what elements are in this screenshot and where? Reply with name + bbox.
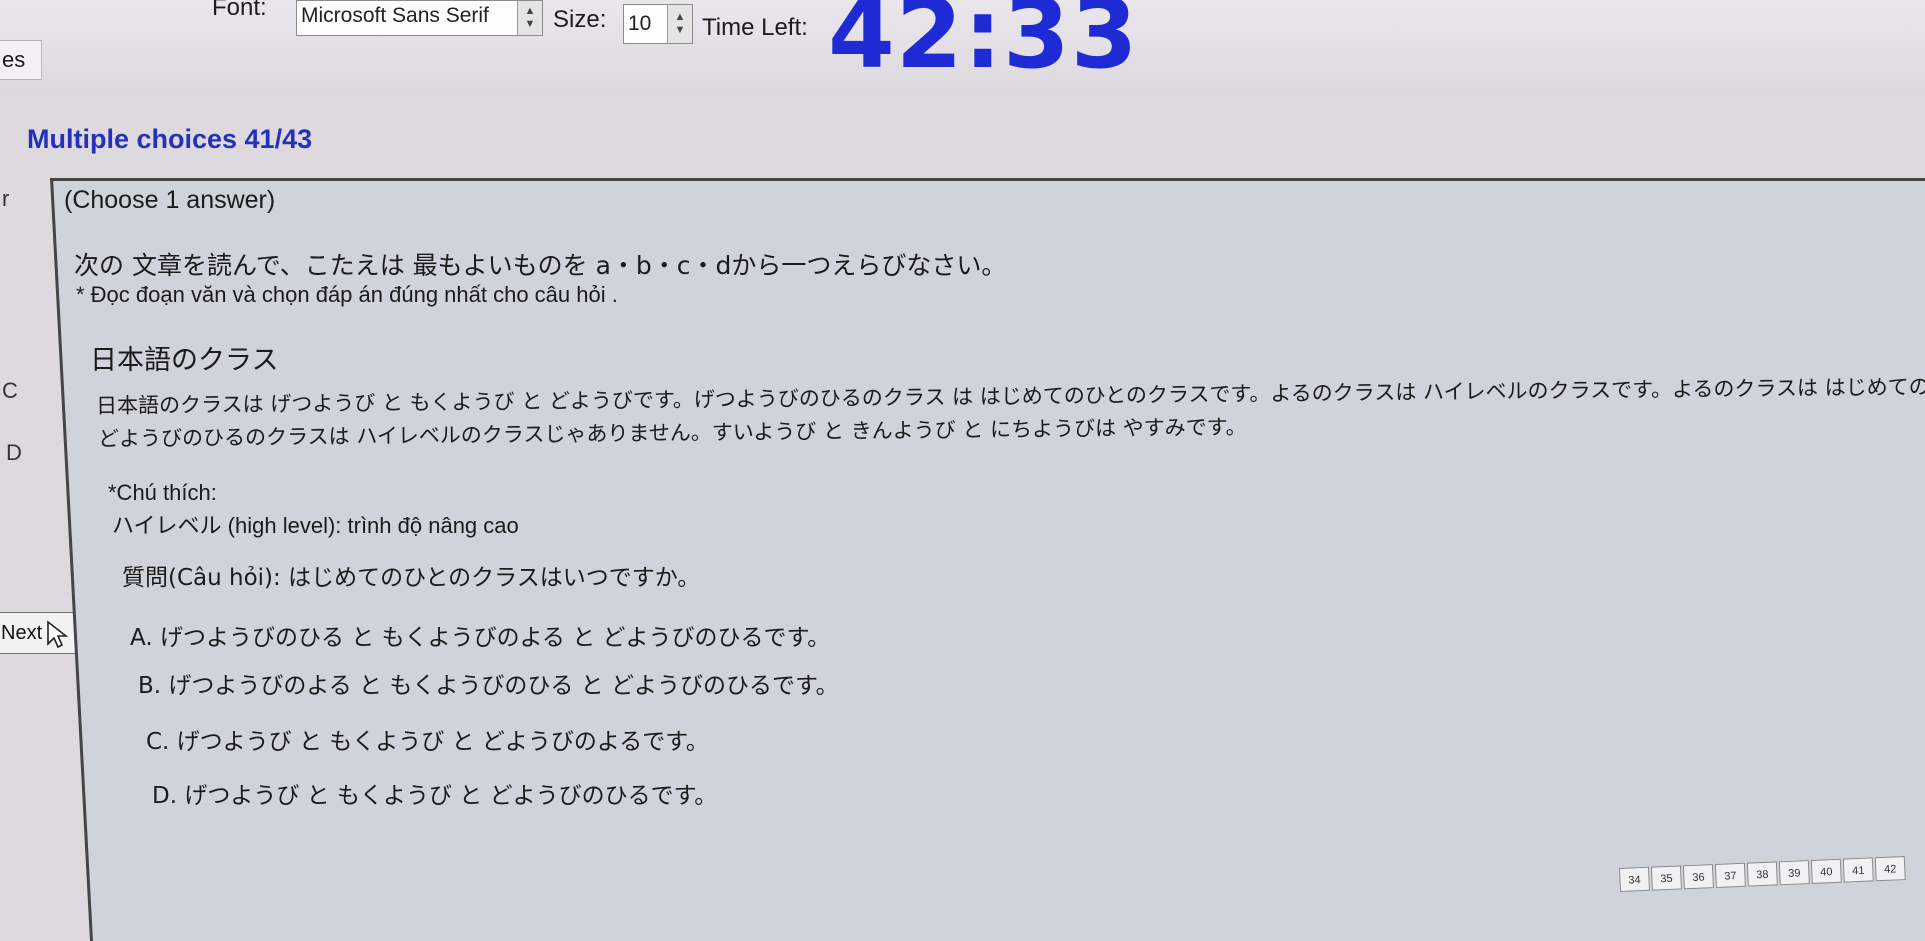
size-spinner-icon[interactable]: ▲ ▼ — [667, 5, 692, 43]
question-text: 質問(Câu hỏi): はじめてのひとのクラスはいつですか。 — [122, 565, 701, 591]
page-button[interactable]: 42 — [1874, 856, 1906, 882]
section-title: Multiple choices 41/43 — [27, 124, 313, 154]
answer-option-c[interactable]: C. げつようび と もくようび と どようびのよるです。 — [146, 722, 709, 756]
instruction-vietnamese: * Đọc đoạn văn và chọn đáp án đúng nhất … — [76, 282, 618, 307]
font-spinner-icon[interactable]: ▲ ▼ — [517, 1, 542, 35]
answer-option-d[interactable]: D. げつようび と もくようび と どようびのひるです。 — [152, 776, 717, 810]
answer-option-b[interactable]: B. げつようびのよる と もくようびのひる と どようびのひるです。 — [138, 666, 839, 700]
page-button[interactable]: 36 — [1682, 864, 1714, 890]
page-button[interactable]: 37 — [1714, 862, 1746, 888]
time-left-label: Time Left: — [702, 14, 808, 41]
note-text: ハイレベル (high level): trình độ nâng cao — [112, 513, 519, 538]
page-button[interactable]: 34 — [1618, 866, 1650, 892]
top-toolbar: Font: Microsoft Sans Serif ▲ ▼ Size: 10 ▲… — [0, 0, 1925, 95]
size-label: Size: — [553, 6, 607, 33]
page-button[interactable]: 35 — [1650, 865, 1682, 891]
font-label: Font: — [212, 0, 267, 21]
page-button[interactable]: 40 — [1810, 858, 1842, 884]
page-button[interactable]: 38 — [1746, 861, 1778, 887]
left-strip-letter-d: D — [6, 440, 22, 465]
size-select[interactable]: 10 ▲ ▼ — [623, 4, 693, 44]
instruction-japanese: 次の 文章を読んで、こたえは 最もよいものを a・b・c・dから一つえらびなさい… — [74, 251, 1007, 280]
page-button[interactable]: 41 — [1842, 857, 1874, 883]
page-button[interactable]: 39 — [1778, 860, 1810, 886]
side-tab[interactable]: es — [0, 40, 42, 80]
left-strip-letter-r: r — [2, 186, 10, 211]
font-select-value: Microsoft Sans Serif — [301, 4, 489, 27]
size-select-value: 10 — [628, 12, 652, 35]
mouse-cursor-icon — [47, 620, 69, 649]
answer-option-a[interactable]: A. げつようびのひる と もくようびのよる と どようびのひるです。 — [130, 618, 830, 652]
left-strip-letter-c: C — [2, 378, 18, 403]
font-select[interactable]: Microsoft Sans Serif ▲ ▼ — [296, 0, 543, 36]
choose-instruction: (Choose 1 answer) — [64, 186, 276, 214]
passage-title: 日本語のクラス — [90, 345, 279, 376]
note-label: *Chú thích: — [108, 480, 217, 505]
countdown-timer: 42:33 — [828, 0, 1139, 90]
